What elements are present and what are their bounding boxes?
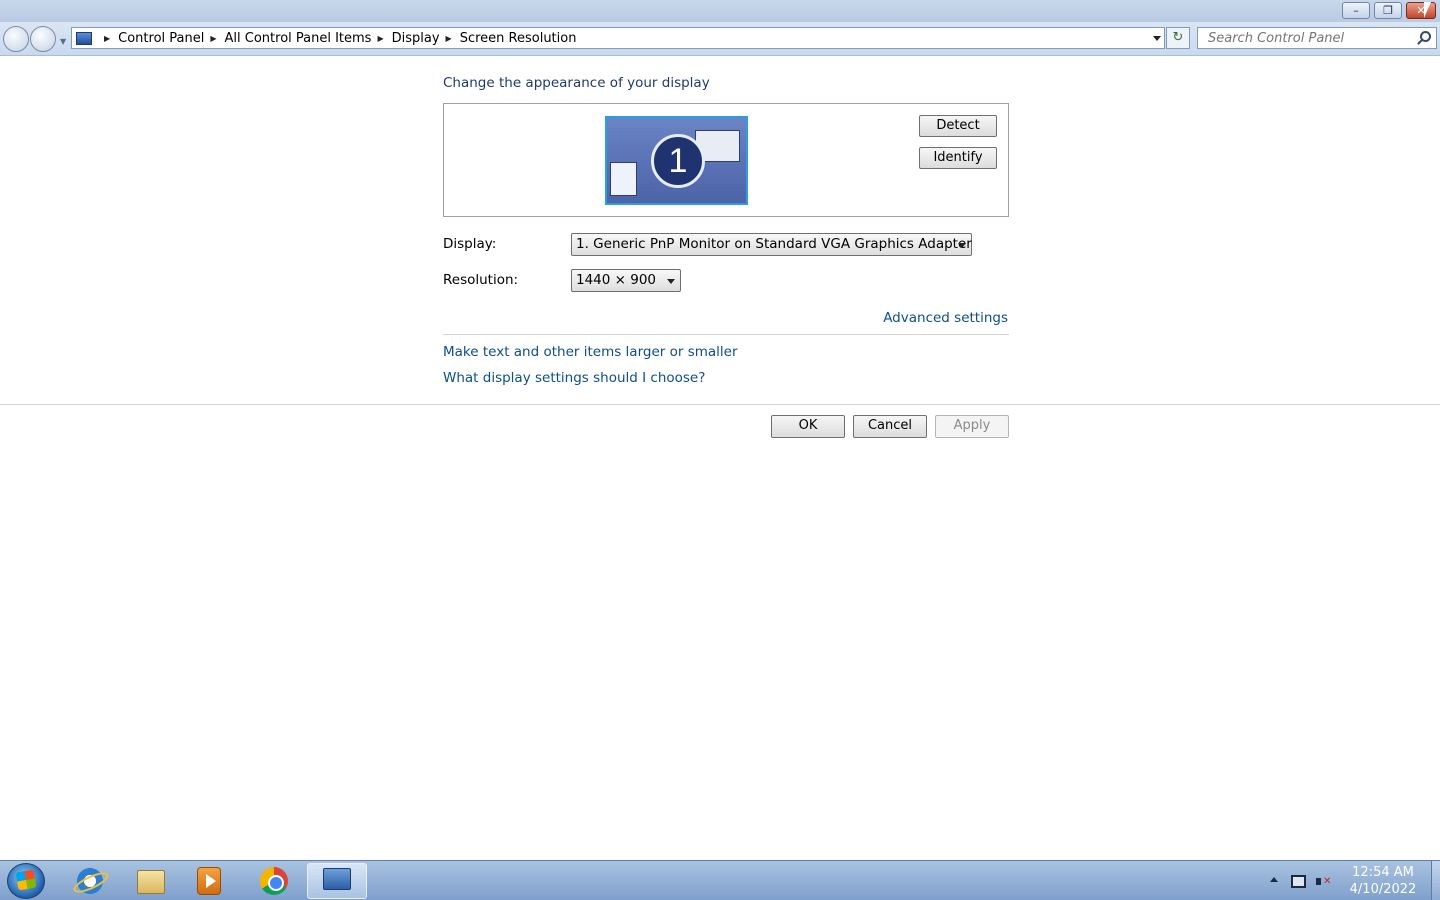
display-settings-help-link[interactable]: What display settings should I choose? bbox=[443, 370, 705, 386]
breadcrumb-chevron-icon[interactable]: ▶ bbox=[446, 34, 452, 43]
taskbar-control-panel[interactable] bbox=[307, 863, 367, 899]
identify-button[interactable]: Identify bbox=[919, 147, 997, 169]
cancel-button[interactable]: Cancel bbox=[853, 415, 927, 438]
text-size-link[interactable]: Make text and other items larger or smal… bbox=[443, 344, 738, 360]
address-bar[interactable]: ▶ Control Panel ▶ All Control Panel Item… bbox=[71, 27, 1165, 49]
search-icon[interactable] bbox=[1420, 31, 1431, 42]
forward-button[interactable] bbox=[30, 26, 56, 52]
show-desktop-button[interactable] bbox=[1431, 861, 1440, 900]
navigation-bar: ▼ ▶ Control Panel ▶ All Control Panel It… bbox=[0, 22, 1440, 56]
clock-time: 12:54 AM bbox=[1352, 865, 1414, 880]
recent-pages-dropdown-icon[interactable]: ▼ bbox=[60, 37, 66, 46]
windows-logo-icon bbox=[15, 869, 37, 891]
breadcrumb-all-items[interactable]: All Control Panel Items bbox=[225, 31, 372, 46]
windows-explorer-icon bbox=[137, 870, 165, 894]
refresh-button[interactable]: ↻ bbox=[1166, 27, 1190, 49]
resolution-select-value: 1440 × 900 bbox=[576, 272, 657, 288]
apply-button: Apply bbox=[935, 415, 1009, 438]
breadcrumb-chevron-icon[interactable]: ▶ bbox=[210, 34, 216, 43]
monitor-1-thumbnail[interactable]: 1 bbox=[605, 116, 748, 205]
display-select[interactable]: 1. Generic PnP Monitor on Standard VGA G… bbox=[571, 233, 972, 256]
chevron-down-icon bbox=[667, 279, 675, 284]
media-player-icon bbox=[197, 867, 221, 895]
divider bbox=[0, 404, 1440, 405]
taskbar-chrome[interactable] bbox=[246, 863, 302, 899]
resolution-select[interactable]: 1440 × 900 bbox=[571, 269, 681, 292]
control-panel-icon bbox=[76, 31, 92, 45]
taskbar-media-player[interactable] bbox=[183, 863, 239, 899]
detect-button[interactable]: Detect bbox=[919, 115, 997, 137]
breadcrumb-display[interactable]: Display bbox=[392, 31, 440, 46]
restore-icon: ❐ bbox=[1383, 4, 1393, 17]
mouse-cursor-icon bbox=[1424, 2, 1436, 18]
monitor-layout-panel: 1 Detect Identify bbox=[443, 103, 1009, 217]
taskbar-clock[interactable]: 12:54 AM 4/10/2022 bbox=[1340, 864, 1426, 898]
minimize-icon: – bbox=[1353, 4, 1359, 17]
divider bbox=[443, 334, 1009, 335]
breadcrumb-control-panel[interactable]: Control Panel bbox=[118, 31, 204, 46]
show-hidden-icons-icon[interactable] bbox=[1270, 877, 1278, 882]
chrome-icon bbox=[260, 867, 288, 895]
search-input[interactable] bbox=[1198, 28, 1408, 48]
control-panel-icon bbox=[323, 868, 351, 890]
network-icon[interactable] bbox=[1291, 875, 1306, 888]
clock-date: 4/10/2022 bbox=[1349, 882, 1417, 897]
volume-muted-icon[interactable] bbox=[1316, 874, 1331, 889]
chevron-down-icon bbox=[958, 243, 966, 248]
resolution-label: Resolution: bbox=[443, 272, 519, 288]
minimize-button[interactable]: – bbox=[1342, 2, 1370, 19]
advanced-settings-link[interactable]: Advanced settings bbox=[883, 310, 1008, 326]
ok-button[interactable]: OK bbox=[771, 415, 845, 438]
page-title: Change the appearance of your display bbox=[443, 75, 710, 91]
internet-explorer-icon bbox=[76, 867, 104, 895]
start-button[interactable] bbox=[7, 863, 45, 899]
back-button[interactable] bbox=[3, 26, 29, 52]
taskbar-windows-explorer[interactable] bbox=[123, 863, 179, 899]
desktop-window-graphic bbox=[610, 162, 637, 196]
breadcrumb-chevron-icon[interactable]: ▶ bbox=[104, 34, 110, 43]
restore-button[interactable]: ❐ bbox=[1374, 2, 1402, 19]
address-dropdown-icon[interactable] bbox=[1153, 36, 1161, 41]
refresh-icon: ↻ bbox=[1172, 30, 1184, 45]
breadcrumb-chevron-icon[interactable]: ▶ bbox=[377, 34, 383, 43]
search-box[interactable] bbox=[1197, 27, 1437, 49]
window-titlebar: – ❐ ✕ bbox=[0, 0, 1440, 22]
display-label: Display: bbox=[443, 236, 497, 252]
monitor-number-badge: 1 bbox=[651, 134, 705, 188]
display-select-value: 1. Generic PnP Monitor on Standard VGA G… bbox=[576, 236, 972, 252]
taskbar-internet-explorer[interactable] bbox=[62, 863, 118, 899]
breadcrumb-screen-resolution[interactable]: Screen Resolution bbox=[460, 31, 577, 46]
taskbar: 12:54 AM 4/10/2022 bbox=[0, 860, 1440, 900]
